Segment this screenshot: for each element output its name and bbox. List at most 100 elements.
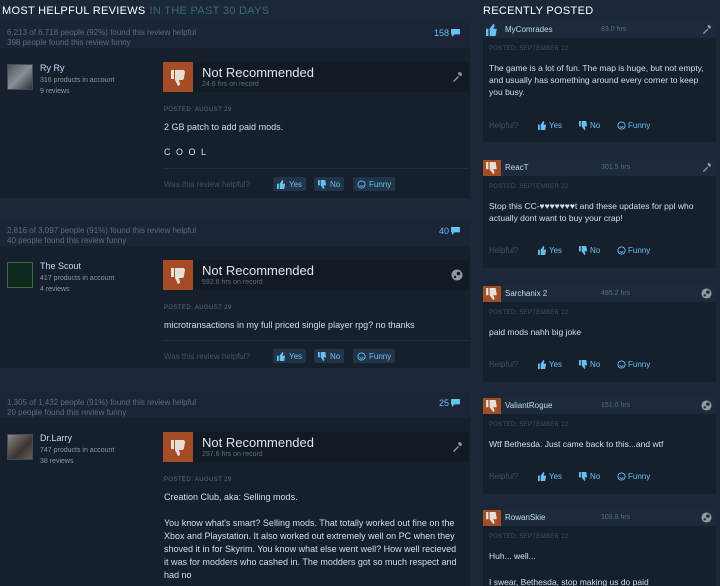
- helpful-question: Helpful?: [489, 246, 519, 255]
- thumbs-down-small-icon: [318, 179, 327, 189]
- vote-yes-button[interactable]: Yes: [538, 472, 562, 481]
- vote-yes-button[interactable]: Yes: [273, 349, 307, 363]
- thumbs-up-icon: [277, 351, 286, 361]
- thumbs-up-icon: [538, 360, 547, 369]
- thumbs-down-small-icon: [579, 121, 588, 130]
- smiley-icon: [357, 351, 366, 361]
- vote-yes-label: Yes: [549, 246, 563, 255]
- recent-review-text: Stop this CC-♥♥♥♥♥♥♥t and these updates …: [489, 201, 694, 223]
- thumbs-down-icon: [163, 62, 193, 92]
- thumbs-up-icon: [538, 472, 547, 481]
- vote-no-button[interactable]: No: [579, 121, 600, 130]
- author-name[interactable]: The Scout: [40, 261, 81, 271]
- vote-funny-label: Funny: [628, 121, 651, 130]
- vote-no-button[interactable]: No: [579, 246, 600, 255]
- hours-on-record: 257.6 hrs on record: [202, 451, 263, 458]
- comment-icon: [451, 399, 460, 407]
- avatar[interactable]: [7, 262, 33, 288]
- thumbs-up-icon: [538, 121, 547, 130]
- recent-review-card: ReacT 301.5 hrs POSTED: SEPTEMBER 22 Sto…: [483, 160, 716, 268]
- comment-count-value: 25: [438, 398, 449, 408]
- reviews-count[interactable]: 4 reviews: [40, 286, 70, 293]
- recent-author[interactable]: RowanSkie: [505, 513, 545, 522]
- vote-no-label: No: [590, 121, 601, 130]
- funny-count-line: 398 people found this review funny: [7, 38, 131, 47]
- recent-posted-date: POSTED: SEPTEMBER 22: [489, 310, 569, 316]
- recent-hours: 301.5 hrs: [601, 164, 631, 171]
- recent-review-text-cont: I swear, Bethesda, stop making us do pai…: [489, 577, 649, 586]
- vote-no-button[interactable]: No: [579, 360, 600, 369]
- vote-yes-button[interactable]: Yes: [538, 121, 562, 130]
- avatar[interactable]: [7, 434, 33, 460]
- helpful-question: Helpful?: [489, 360, 519, 369]
- wrench-icon: [453, 442, 462, 452]
- section-title: MOST HELPFUL REVIEWS: [2, 5, 146, 17]
- recent-author[interactable]: Sarchanix 2: [505, 289, 547, 298]
- recent-review-text: Wtf Bethesda. Just came back to this...a…: [489, 439, 664, 449]
- most-helpful-header: MOST HELPFUL REVIEWS IN THE PAST 30 DAYS: [2, 5, 269, 17]
- verdict-title[interactable]: Not Recommended: [202, 65, 314, 80]
- review-text: microtransactions in my full priced sing…: [164, 320, 415, 330]
- vote-funny-button[interactable]: Funny: [353, 349, 396, 363]
- recent-hours: 485.2 hrs: [601, 290, 631, 297]
- comment-count[interactable]: 158: [434, 28, 460, 38]
- vote-funny-button[interactable]: Funny: [617, 121, 650, 130]
- comment-count[interactable]: 40: [439, 226, 460, 236]
- recent-posted-date: POSTED: SEPTEMBER 22: [489, 184, 569, 190]
- recent-review-card: MyComrades 83.0 hrs POSTED: SEPTEMBER 22…: [483, 22, 716, 142]
- thumbs-down-small-icon: [579, 246, 588, 255]
- comment-count[interactable]: 25: [439, 398, 460, 408]
- products-count[interactable]: 747 products in account: [40, 447, 114, 454]
- vote-funny-button[interactable]: Funny: [353, 177, 396, 191]
- recent-review-text: paid mods nahh big joke: [489, 327, 582, 337]
- avatar[interactable]: [7, 64, 33, 90]
- wrench-icon: [702, 162, 712, 173]
- vote-no-button[interactable]: No: [314, 177, 345, 191]
- review-card: 1,305 of 1,432 people (91%) found this r…: [0, 392, 470, 586]
- vote-funny-label: Funny: [628, 472, 651, 481]
- verdict-title[interactable]: Not Recommended: [202, 263, 314, 278]
- vote-funny-label: Funny: [369, 179, 392, 189]
- vote-yes-label: Yes: [549, 472, 563, 481]
- funny-count-line: 40 people found this review funny: [7, 236, 127, 245]
- verdict-title[interactable]: Not Recommended: [202, 435, 314, 450]
- helpful-question: Was this review helpful?: [164, 352, 250, 361]
- vote-yes-button[interactable]: Yes: [538, 360, 562, 369]
- thumbs-up-icon: [277, 179, 286, 189]
- thumbs-down-icon: [483, 160, 501, 176]
- review-text: C O O L: [164, 147, 208, 157]
- smiley-icon: [617, 472, 626, 481]
- vote-no-label: No: [330, 179, 341, 189]
- vote-no-button[interactable]: No: [314, 349, 345, 363]
- products-count[interactable]: 417 products in account: [40, 275, 114, 282]
- thumbs-down-icon: [483, 510, 501, 526]
- recent-author[interactable]: ValiantRogue: [505, 401, 552, 410]
- thumbs-up-icon: [483, 22, 501, 38]
- vote-no-label: No: [330, 351, 341, 361]
- vote-funny-button[interactable]: Funny: [617, 472, 650, 481]
- reviews-count[interactable]: 9 reviews: [40, 88, 70, 95]
- section-period[interactable]: IN THE PAST 30 DAYS: [150, 5, 270, 17]
- products-count[interactable]: 316 products in account: [40, 77, 114, 84]
- smiley-icon: [617, 360, 626, 369]
- vote-yes-label: Yes: [289, 179, 303, 189]
- vote-yes-label: Yes: [549, 121, 563, 130]
- vote-no-label: No: [590, 472, 601, 481]
- author-name[interactable]: Ry Ry: [40, 63, 65, 73]
- vote-funny-button[interactable]: Funny: [617, 360, 650, 369]
- vote-yes-button[interactable]: Yes: [273, 177, 307, 191]
- vote-funny-button[interactable]: Funny: [617, 246, 650, 255]
- recent-review-card: RowanSkie 103.8 hrs POSTED: SEPTEMBER 22…: [483, 510, 716, 586]
- thumbs-down-small-icon: [318, 351, 327, 361]
- divider: [163, 168, 469, 169]
- comment-count-value: 40: [438, 226, 449, 236]
- review-text: Creation Club, aka: Selling mods.: [164, 492, 298, 502]
- author-name[interactable]: Dr.Larry: [40, 433, 72, 443]
- recent-author[interactable]: MyComrades: [505, 25, 553, 34]
- steam-icon: [451, 269, 463, 281]
- vote-yes-label: Yes: [289, 351, 303, 361]
- vote-no-button[interactable]: No: [579, 472, 600, 481]
- vote-yes-button[interactable]: Yes: [538, 246, 562, 255]
- reviews-count[interactable]: 38 reviews: [40, 458, 73, 465]
- recent-author[interactable]: ReacT: [505, 163, 529, 172]
